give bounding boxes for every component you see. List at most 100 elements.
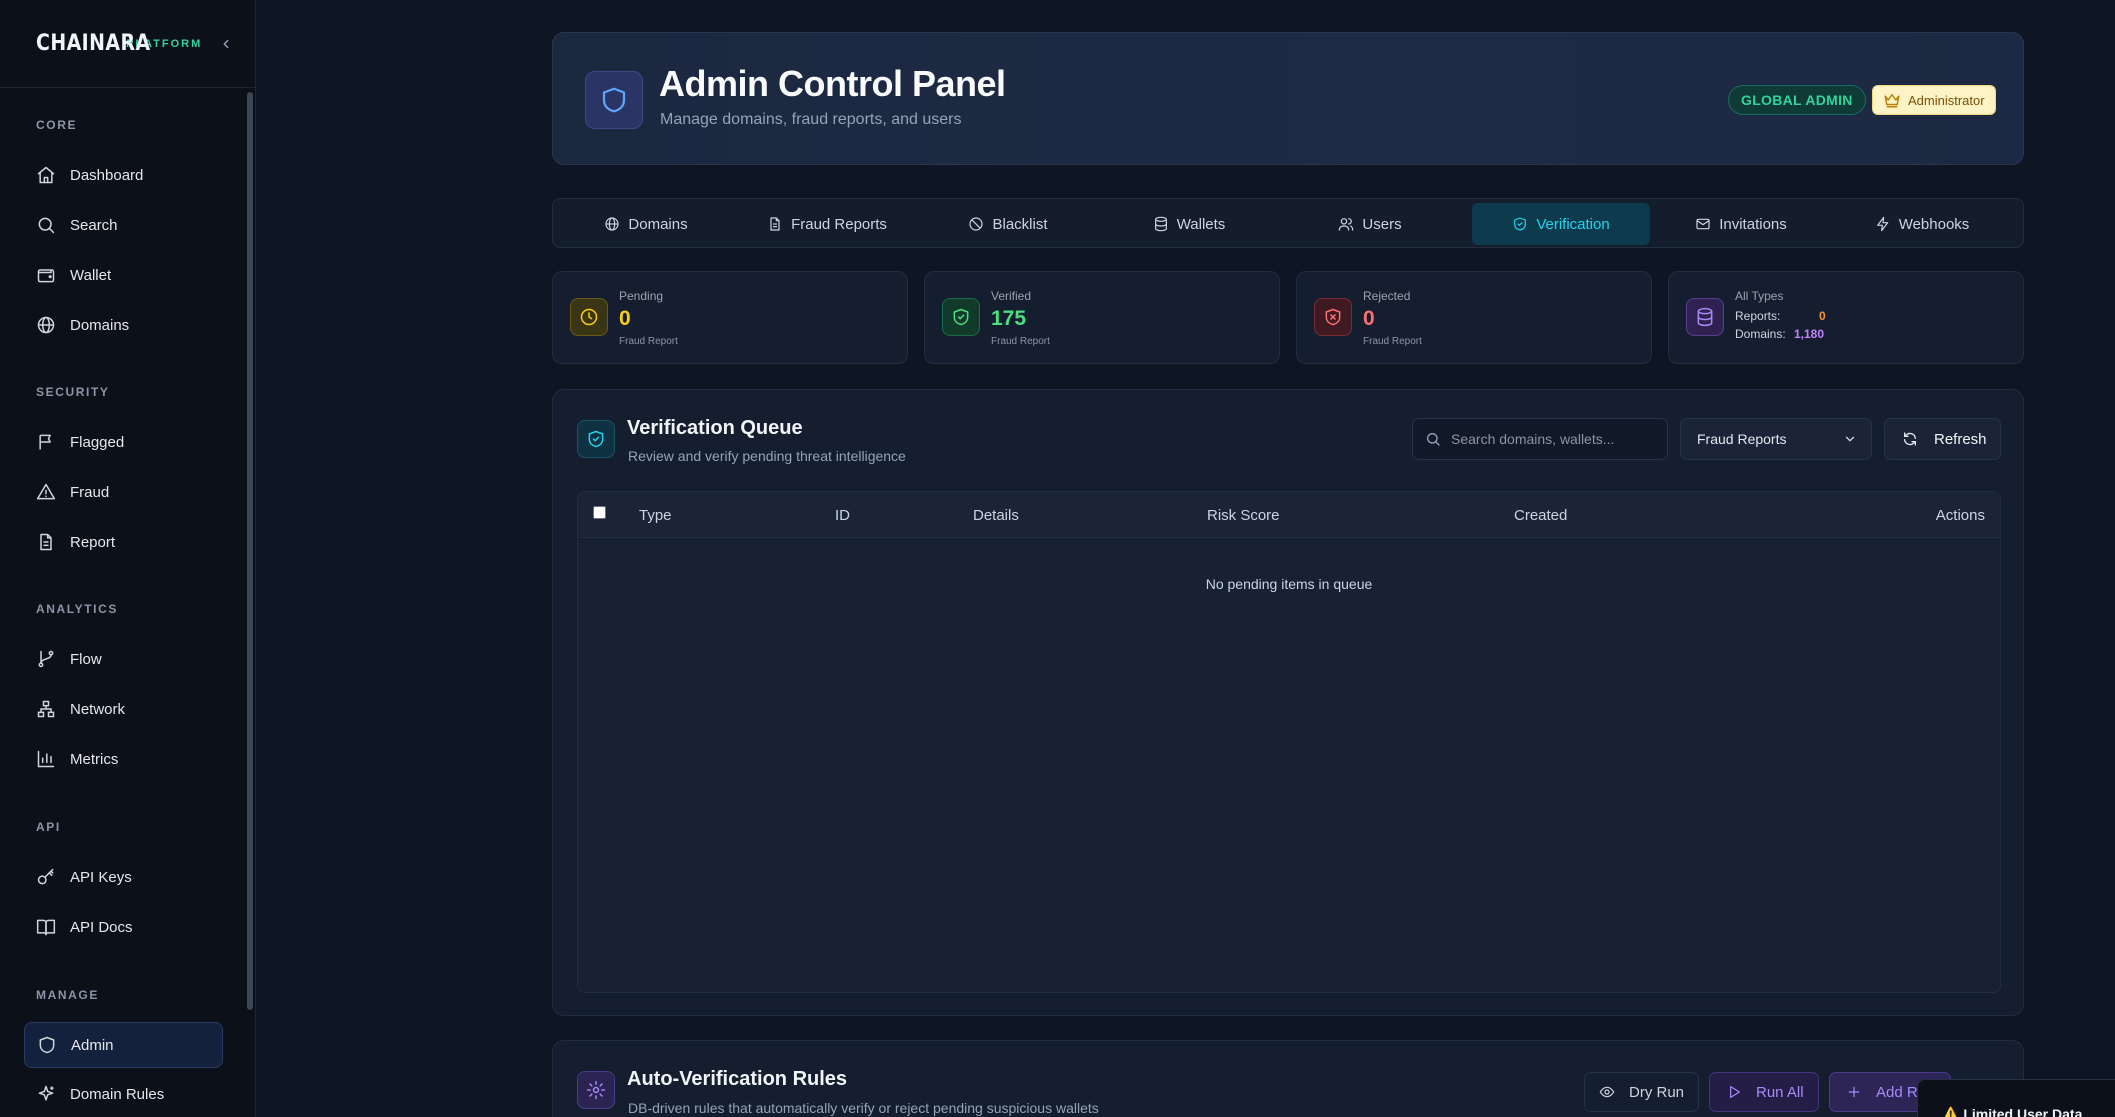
stat-label: Verified	[991, 289, 1032, 303]
search-icon	[1427, 433, 1440, 446]
sidebar-item-admin[interactable]: Admin	[24, 1022, 223, 1068]
sidebar-item-domains[interactable]: Domains	[24, 302, 223, 348]
section-title-core: CORE	[36, 118, 78, 132]
sidebar-item-label: Domains	[70, 316, 130, 334]
tab-wallets[interactable]: Wallets	[1101, 203, 1277, 245]
search-icon	[38, 217, 55, 234]
refresh-button[interactable]: Refresh	[1884, 418, 2001, 460]
sidebar-item-flagged[interactable]: Flagged	[24, 419, 223, 465]
sidebar-item-label: Flow	[70, 650, 102, 668]
section-title-analytics: ANALYTICS	[36, 602, 118, 616]
sidebar-item-label: Dashboard	[70, 166, 144, 184]
rules-subtitle: DB-driven rules that automatically verif…	[628, 1100, 1099, 1116]
stat-icon-pending	[570, 298, 608, 336]
sidebar-item-label: Report	[70, 533, 116, 551]
sidebar-item-label: Wallet	[70, 266, 112, 284]
chevron-down-icon	[1845, 436, 1855, 442]
tab-label: Invitations	[1719, 215, 1787, 233]
zap-icon	[1876, 216, 1888, 232]
tab-label: Fraud Reports	[791, 215, 887, 233]
queue-icon-box	[577, 420, 615, 458]
tab-verification[interactable]: Verification	[1472, 203, 1650, 245]
rules-icon-box	[577, 1071, 615, 1109]
gear-icon	[586, 1080, 606, 1100]
stat-value-pending: 0	[619, 307, 631, 330]
page-title: Admin Control Panel	[659, 63, 1006, 104]
search-input[interactable]	[1451, 431, 1651, 447]
sidebar-item-label: Metrics	[70, 750, 119, 768]
refresh-icon	[1904, 432, 1916, 446]
type-filter-select[interactable]: Fraud Reports	[1680, 418, 1872, 460]
document-icon	[40, 533, 52, 551]
sidebar-item-domain-rules[interactable]: Domain Rules	[24, 1071, 223, 1117]
tab-users[interactable]: Users	[1282, 203, 1458, 245]
sidebar-item-label: Network	[70, 700, 126, 718]
database-icon	[1697, 307, 1713, 327]
queue-title: Verification Queue	[627, 417, 803, 439]
sidebar-item-search[interactable]: Search	[24, 202, 223, 248]
column-header-type[interactable]: Type	[639, 507, 672, 524]
sidebar-item-api-docs[interactable]: API Docs	[24, 904, 223, 950]
key-icon	[37, 868, 54, 885]
shield-check-icon	[588, 430, 604, 448]
tab-webhooks[interactable]: Webhooks	[1834, 203, 2010, 245]
stat-foot: Fraud Report	[619, 336, 678, 347]
document-icon	[770, 217, 780, 231]
type-filter-value: Fraud Reports	[1697, 431, 1787, 447]
section-title-security: SECURITY	[36, 385, 110, 399]
stat-card-all-types: All Types Reports: 0 Domains: 1,180	[1668, 271, 2024, 364]
stat-card-pending: Pending 0 Fraud Report	[552, 271, 908, 364]
home-icon	[37, 166, 55, 184]
tab-domains[interactable]: Domains	[558, 203, 734, 245]
sidebar-item-api-keys[interactable]: API Keys	[24, 854, 223, 900]
bar-chart-icon	[37, 750, 55, 768]
sidebar-item-label: API Keys	[70, 868, 132, 886]
verification-queue: Verification Queue Review and verify pen…	[552, 389, 2024, 1016]
dry-run-button[interactable]: Dry Run	[1584, 1072, 1699, 1112]
limited-data-toast[interactable]: ⚠️ Limited User Data	[1917, 1079, 2115, 1117]
sidebar-item-report[interactable]: Report	[24, 519, 223, 565]
column-header-details[interactable]: Details	[973, 507, 1019, 524]
sidebar-item-label: Search	[70, 216, 118, 234]
plus-icon	[1848, 1086, 1860, 1098]
run-all-button[interactable]: Run All	[1709, 1072, 1819, 1112]
sidebar-item-flow[interactable]: Flow	[24, 636, 223, 682]
stat-icon-verified	[942, 298, 980, 336]
tab-label: Wallets	[1176, 215, 1226, 233]
sidebar-item-dashboard[interactable]: Dashboard	[24, 152, 223, 198]
admin-tabs: Domains Fraud Reports Blacklist Wallets …	[552, 198, 2024, 248]
tab-label: Users	[1362, 215, 1402, 233]
network-icon	[37, 700, 55, 718]
sidebar-scrollbar[interactable]	[247, 92, 253, 1010]
brand-logo[interactable]: CHAINARA	[36, 31, 150, 56]
sidebar-item-fraud[interactable]: Fraud	[24, 469, 223, 515]
play-icon	[1730, 1086, 1740, 1098]
sidebar-item-network[interactable]: Network	[24, 686, 223, 732]
stat-reports-label: Reports:	[1735, 309, 1781, 323]
stat-value-verified: 175	[991, 307, 1027, 330]
column-header-risk-score[interactable]: Risk Score	[1207, 507, 1280, 524]
select-all-checkbox[interactable]	[593, 506, 606, 519]
table-header: Type ID Details Risk Score Created Actio…	[578, 492, 2000, 538]
stat-domains-row: Domains: 1,180	[1735, 327, 1824, 341]
eye-icon	[1599, 1086, 1615, 1098]
stat-icon-all-types	[1686, 298, 1724, 336]
tab-blacklist[interactable]: Blacklist	[920, 203, 1096, 245]
ban-icon	[969, 217, 984, 231]
sidebar-item-metrics[interactable]: Metrics	[24, 736, 223, 782]
tab-label: Verification	[1536, 215, 1610, 233]
role-badge: GLOBAL ADMIN	[1728, 85, 1866, 115]
tab-invitations[interactable]: Invitations	[1653, 203, 1829, 245]
column-header-id[interactable]: ID	[835, 507, 850, 524]
collapse-sidebar-button[interactable]	[216, 34, 236, 54]
user-role-label: Administrator	[1908, 92, 1985, 108]
sidebar-item-label: Fraud	[70, 483, 110, 501]
shield-check-icon	[953, 308, 969, 326]
sidebar-item-wallet[interactable]: Wallet	[24, 252, 223, 298]
shield-icon	[39, 1036, 55, 1054]
column-header-created[interactable]: Created	[1514, 507, 1567, 524]
warning-icon	[36, 483, 56, 500]
tab-fraud-reports[interactable]: Fraud Reports	[739, 203, 915, 245]
tab-label: Domains	[628, 215, 688, 233]
queue-search[interactable]	[1412, 418, 1668, 460]
